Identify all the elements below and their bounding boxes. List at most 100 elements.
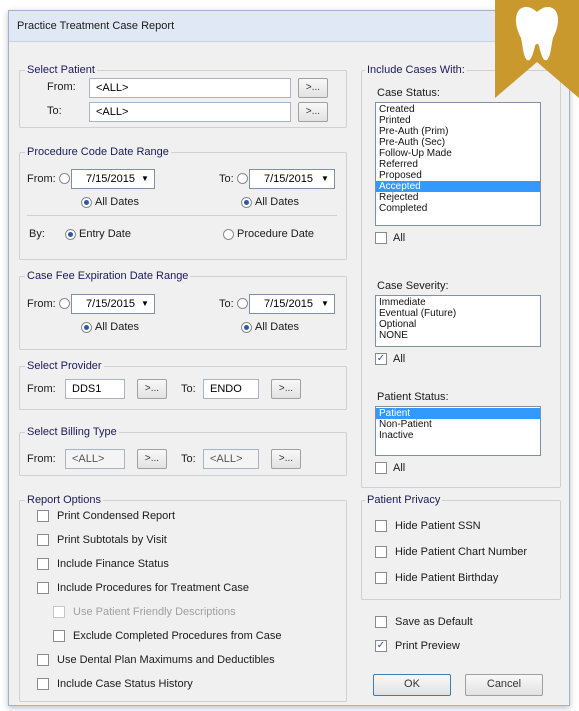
billing-to-browse-button[interactable]: >...: [271, 449, 301, 469]
patient-to-browse-button[interactable]: >...: [298, 102, 328, 122]
fee-to-date-value: 7/15/2015: [264, 298, 313, 310]
provider-from-browse-button[interactable]: >...: [137, 379, 167, 399]
patient-status-label: Patient Status:: [377, 391, 449, 403]
print-preview-checkbox[interactable]: ✓: [375, 640, 387, 652]
procedure-date-radio[interactable]: [223, 229, 234, 240]
billing-from-field[interactable]: <ALL>: [65, 449, 125, 469]
case-status-option[interactable]: Follow-Up Made: [376, 148, 540, 159]
dental-plan-max-checkbox[interactable]: [37, 654, 49, 666]
entry-date-label: Entry Date: [79, 228, 131, 240]
patient-from-field[interactable]: <ALL>: [89, 78, 291, 98]
chevron-down-icon[interactable]: ▼: [318, 297, 332, 311]
proc-to-all-dates-radio[interactable]: [241, 197, 252, 208]
case-status-option[interactable]: Rejected: [376, 192, 540, 203]
entry-date-radio[interactable]: [65, 229, 76, 240]
chevron-down-icon[interactable]: ▼: [318, 172, 332, 186]
procedure-date-title: Procedure Code Date Range: [25, 146, 171, 158]
tooth-badge: [495, 0, 579, 98]
provider-from-label: From:: [27, 383, 56, 395]
fee-from-radio[interactable]: [59, 298, 70, 309]
fee-expiration-title: Case Fee Expiration Date Range: [25, 270, 191, 282]
proc-to-date-value: 7/15/2015: [264, 173, 313, 185]
case-status-option[interactable]: Printed: [376, 115, 540, 126]
case-severity-listbox[interactable]: Immediate Eventual (Future) Optional NON…: [375, 295, 541, 347]
fee-from-date-value: 7/15/2015: [86, 298, 135, 310]
case-status-option[interactable]: Pre-Auth (Sec): [376, 137, 540, 148]
report-options-group: [19, 500, 347, 702]
subtotals-label: Print Subtotals by Visit: [57, 534, 167, 546]
case-severity-option[interactable]: Eventual (Future): [376, 308, 540, 319]
finance-status-label: Include Finance Status: [57, 558, 169, 570]
proc-from-label: From:: [27, 173, 56, 185]
patient-to-field[interactable]: <ALL>: [89, 102, 291, 122]
patient-status-all-checkbox[interactable]: [375, 462, 387, 474]
hide-ssn-checkbox[interactable]: [375, 520, 387, 532]
case-severity-option[interactable]: Optional: [376, 319, 540, 330]
proc-from-date[interactable]: 7/15/2015 ▼: [71, 169, 155, 189]
hide-chart-number-checkbox[interactable]: [375, 546, 387, 558]
case-status-listbox[interactable]: Created Printed Pre-Auth (Prim) Pre-Auth…: [375, 102, 541, 226]
patient-status-option[interactable]: Non-Patient: [376, 419, 540, 430]
fee-to-label: To:: [219, 298, 234, 310]
case-status-option-selected[interactable]: Accepted: [376, 181, 540, 192]
case-status-option[interactable]: Created: [376, 104, 540, 115]
proc-from-all-dates-radio[interactable]: [81, 197, 92, 208]
case-status-option[interactable]: Completed: [376, 203, 540, 214]
case-severity-option[interactable]: NONE: [376, 330, 540, 341]
billing-from-browse-button[interactable]: >...: [137, 449, 167, 469]
case-status-option[interactable]: Referred: [376, 159, 540, 170]
patient-privacy-title: Patient Privacy: [365, 494, 443, 506]
chevron-down-icon[interactable]: ▼: [138, 297, 152, 311]
provider-to-browse-button[interactable]: >...: [271, 379, 301, 399]
cancel-button[interactable]: Cancel: [465, 674, 543, 696]
fee-from-all-dates-label: All Dates: [95, 321, 140, 333]
case-status-all-label: All: [393, 232, 406, 244]
patient-status-listbox[interactable]: Patient Non-Patient Inactive: [375, 406, 541, 456]
case-severity-label: Case Severity:: [377, 280, 449, 292]
case-severity-all-label: All: [393, 353, 406, 365]
save-default-checkbox[interactable]: [375, 616, 387, 628]
window-title: Practice Treatment Case Report: [17, 20, 175, 32]
exclude-completed-checkbox[interactable]: [53, 630, 65, 642]
patient-from-browse-button[interactable]: >...: [298, 78, 328, 98]
billing-to-field[interactable]: <ALL>: [203, 449, 259, 469]
proc-to-all-dates-label: All Dates: [255, 196, 300, 208]
patient-friendly-checkbox[interactable]: [53, 606, 65, 618]
fee-from-all-dates-radio[interactable]: [81, 322, 92, 333]
separator: [27, 215, 337, 216]
case-status-option[interactable]: Pre-Auth (Prim): [376, 126, 540, 137]
case-status-option[interactable]: Proposed: [376, 170, 540, 181]
fee-from-date[interactable]: 7/15/2015 ▼: [71, 294, 155, 314]
ok-button[interactable]: OK: [373, 674, 451, 696]
dialog-body: Select Patient From: <ALL> >... To: <ALL…: [9, 42, 569, 705]
print-preview-label: Print Preview: [395, 640, 460, 652]
hide-birthday-checkbox[interactable]: [375, 572, 387, 584]
patient-status-option[interactable]: Inactive: [376, 430, 540, 441]
fee-to-all-dates-radio[interactable]: [241, 322, 252, 333]
condensed-report-label: Print Condensed Report: [57, 510, 176, 522]
fee-to-radio[interactable]: [237, 298, 248, 309]
include-procedures-checkbox[interactable]: [37, 582, 49, 594]
chevron-down-icon[interactable]: ▼: [138, 172, 152, 186]
proc-to-date[interactable]: 7/15/2015 ▼: [249, 169, 335, 189]
fee-to-date[interactable]: 7/15/2015 ▼: [249, 294, 335, 314]
provider-from-field[interactable]: DDS1: [65, 379, 125, 399]
billing-title: Select Billing Type: [25, 426, 119, 438]
case-status-label: Case Status:: [377, 87, 440, 99]
case-severity-all-checkbox[interactable]: ✓: [375, 353, 387, 365]
billing-to-label: To:: [181, 453, 196, 465]
case-status-all-checkbox[interactable]: [375, 232, 387, 244]
patient-to-label: To:: [47, 105, 62, 117]
provider-to-field[interactable]: ENDO: [203, 379, 259, 399]
by-label: By:: [29, 228, 45, 240]
case-status-history-checkbox[interactable]: [37, 678, 49, 690]
proc-to-radio[interactable]: [237, 173, 248, 184]
patient-from-label: From:: [47, 81, 76, 93]
patient-status-option-selected[interactable]: Patient: [376, 408, 540, 419]
billing-from-label: From:: [27, 453, 56, 465]
case-severity-option[interactable]: Immediate: [376, 297, 540, 308]
proc-from-radio[interactable]: [59, 173, 70, 184]
condensed-report-checkbox[interactable]: [37, 510, 49, 522]
subtotals-checkbox[interactable]: [37, 534, 49, 546]
finance-status-checkbox[interactable]: [37, 558, 49, 570]
